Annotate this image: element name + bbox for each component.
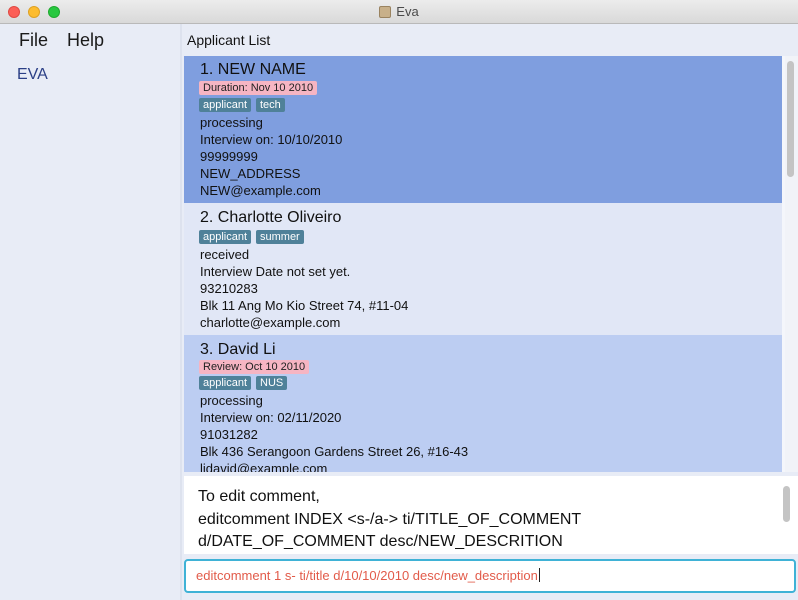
- status-text: received: [200, 247, 250, 262]
- address-text: Blk 436 Serangoon Gardens Street 26, #16…: [200, 444, 469, 459]
- applicant-name: 1. NEW NAME: [200, 61, 306, 78]
- duration-badge: Duration: Nov 10 2010: [199, 81, 318, 95]
- email-text: NEW@example.com: [200, 183, 321, 198]
- result-line: d/DATE_OF_COMMENT desc/NEW_DESCRITION: [198, 533, 563, 550]
- status-text: processing: [200, 115, 263, 130]
- applicant-name: 2. Charlotte Oliveiro: [200, 209, 342, 226]
- result-line: To edit comment,: [198, 488, 320, 505]
- title-bar: Eva: [0, 0, 798, 24]
- result-display: To edit comment, editcomment INDEX <s-/a…: [184, 476, 798, 554]
- sidebar-eva-item[interactable]: EVA: [17, 66, 48, 84]
- list-scrollbar-thumb[interactable]: [787, 61, 794, 177]
- help-menu[interactable]: Help: [67, 30, 104, 51]
- tag-nus: NUS: [256, 376, 288, 390]
- result-line: editcomment INDEX <s-/a-> ti/TITLE_OF_CO…: [198, 511, 582, 528]
- app-icon: [379, 6, 392, 18]
- main-panel: Applicant List 1. NEW NAME Duration: Nov…: [182, 24, 798, 600]
- phone-text: 99999999: [200, 149, 258, 164]
- applicant-card[interactable]: 3. David Li Review: Oct 10 2010 applican…: [184, 335, 782, 472]
- command-input-text: editcomment 1 s- ti/title d/10/10/2010 d…: [196, 568, 540, 583]
- list-header: Applicant List: [187, 32, 271, 48]
- window-title: Eva: [0, 4, 798, 19]
- command-value: editcomment 1 s- ti/title d/10/10/2010 d…: [196, 568, 538, 583]
- email-text: lidavid@example.com: [200, 461, 328, 472]
- window-title-text: Eva: [396, 4, 419, 19]
- phone-text: 93210283: [200, 281, 258, 296]
- tag-applicant: applicant: [199, 230, 252, 244]
- interview-text: Interview on: 02/11/2020: [200, 410, 342, 425]
- tag-applicant: applicant: [199, 98, 252, 112]
- text-caret: [538, 568, 540, 582]
- address-text: Blk 11 Ang Mo Kio Street 74, #11-04: [200, 298, 409, 313]
- applicant-card-selected[interactable]: 1. NEW NAME Duration: Nov 10 2010 applic…: [184, 56, 782, 203]
- tag-tech: tech: [256, 98, 285, 112]
- phone-text: 91031282: [200, 427, 258, 442]
- address-text: NEW_ADDRESS: [200, 166, 301, 181]
- interview-text: Interview Date not set yet.: [200, 264, 351, 279]
- status-text: processing: [200, 393, 263, 408]
- applicant-card[interactable]: 2. Charlotte Oliveiro applicant summer r…: [184, 203, 782, 335]
- email-text: charlotte@example.com: [200, 315, 341, 330]
- command-input[interactable]: editcomment 1 s- ti/title d/10/10/2010 d…: [184, 559, 796, 593]
- tag-summer: summer: [256, 230, 304, 244]
- tag-applicant: applicant: [199, 376, 252, 390]
- file-menu[interactable]: File: [19, 30, 48, 51]
- sidebar: File Help EVA: [0, 24, 180, 600]
- interview-text: Interview on: 10/10/2010: [200, 132, 343, 147]
- review-badge: Review: Oct 10 2010: [199, 360, 310, 374]
- result-scrollbar-thumb[interactable]: [783, 486, 790, 522]
- applicant-list[interactable]: 1. NEW NAME Duration: Nov 10 2010 applic…: [184, 56, 798, 472]
- applicant-name: 3. David Li: [200, 341, 276, 358]
